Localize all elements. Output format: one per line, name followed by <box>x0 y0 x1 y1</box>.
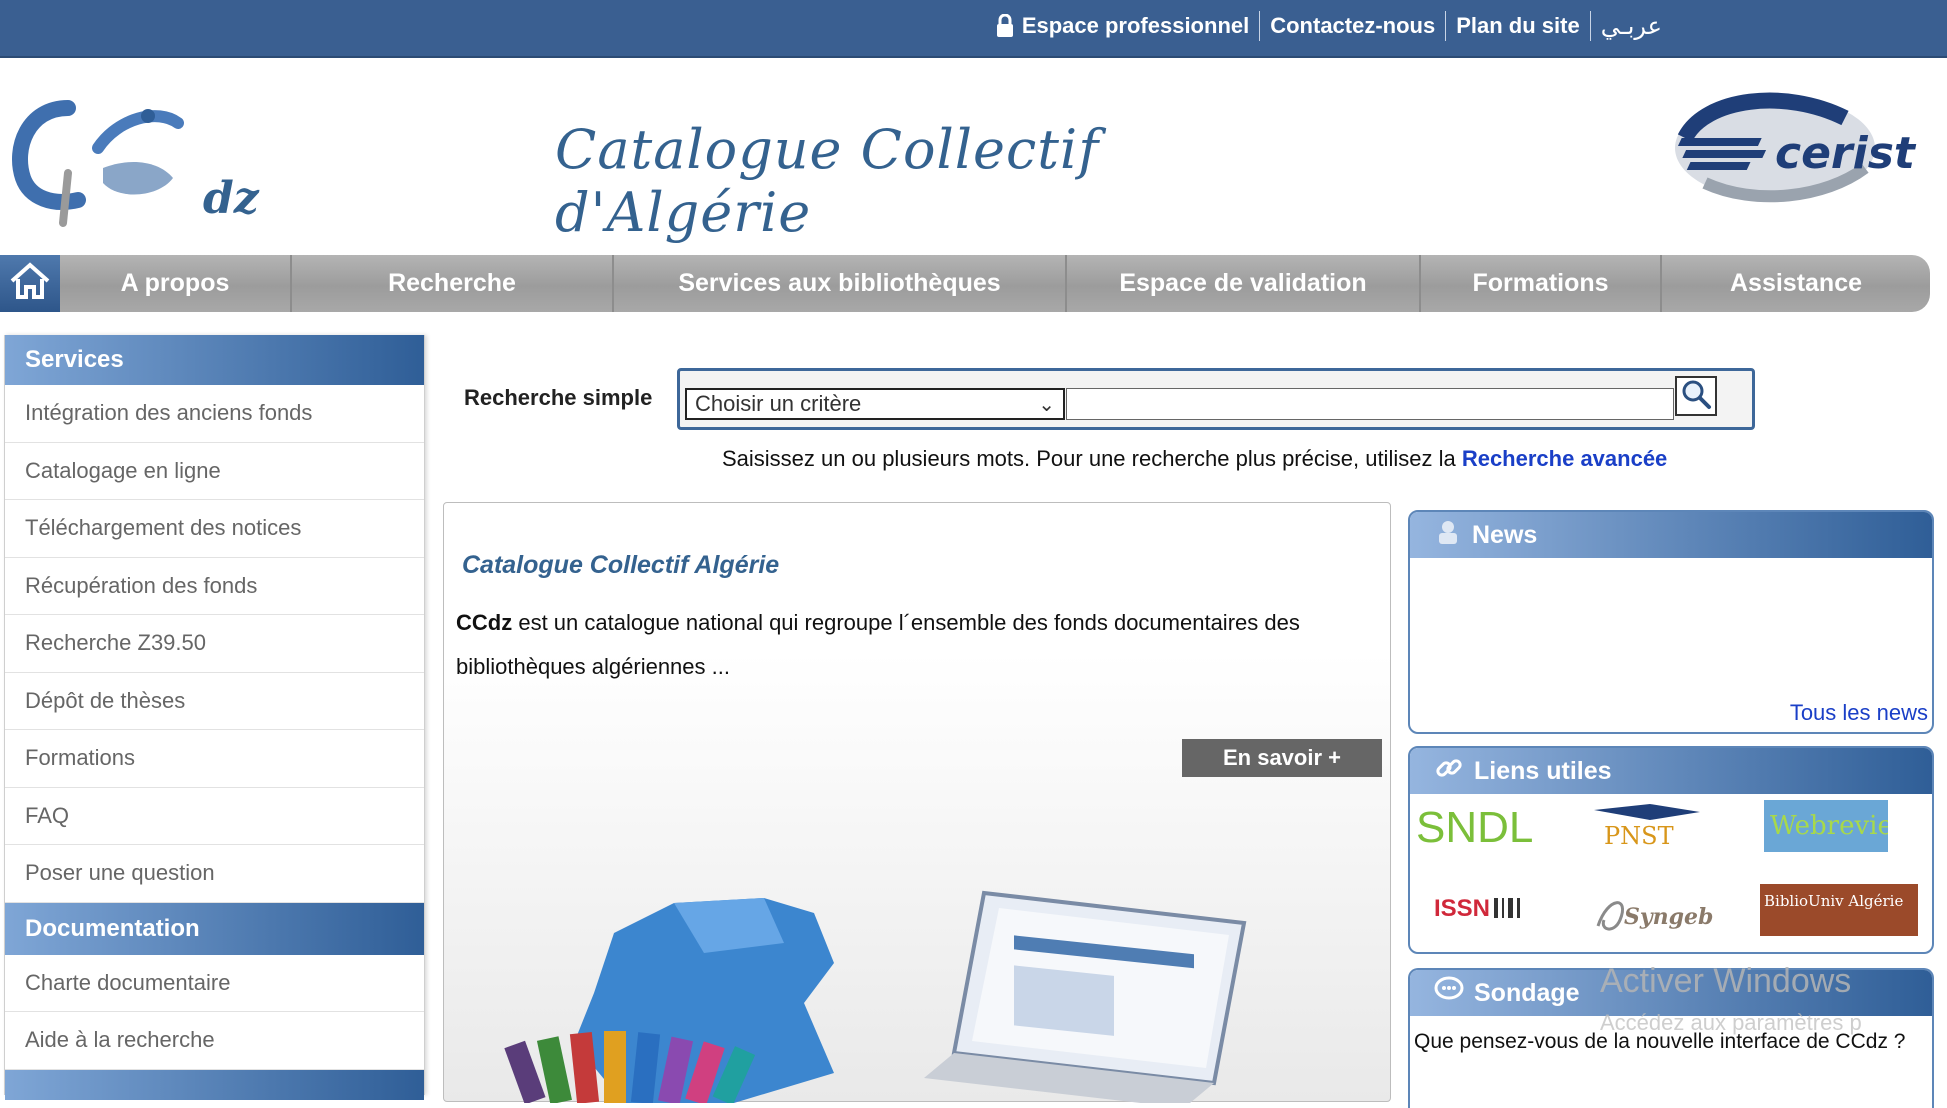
sidebar-item-integration[interactable]: Intégration des anciens fonds <box>5 385 424 443</box>
intro-text: CCdz est un catalogue national qui regro… <box>456 601 1356 689</box>
search-hint-text: Saisissez un ou plusieurs mots. Pour une… <box>722 446 1456 471</box>
nav-assistance[interactable]: Assistance <box>1662 255 1930 312</box>
contactez-nous-link[interactable]: Contactez-nous <box>1259 11 1445 41</box>
ccdz-logo[interactable]: dz <box>8 88 278 228</box>
home-button[interactable] <box>0 255 60 312</box>
issn-logo-text: ISSN <box>1434 895 1490 922</box>
intro-panel: Catalogue Collectif Algérie CCdz est un … <box>443 502 1391 1108</box>
intro-text-body: est un catalogue national qui regroupe l… <box>456 610 1300 679</box>
top-utility-bar: Espace professionnel Contactez-nous Plan… <box>0 0 1947 58</box>
search-hint: Saisissez un ou plusieurs mots. Pour une… <box>722 446 1667 472</box>
intro-title: Catalogue Collectif Algérie <box>462 551 780 579</box>
arabic-language-link[interactable]: عربـي <box>1589 11 1672 41</box>
bibliouniv-logo-text: BiblioUniv Algérie <box>1764 892 1903 910</box>
site-title: Catalogue Collectif d'Algérie <box>555 118 1100 244</box>
sidebar-item-formations[interactable]: Formations <box>5 730 424 788</box>
ccdz-logo-text: dz <box>203 173 260 224</box>
plan-du-site-link[interactable]: Plan du site <box>1445 11 1589 41</box>
search-criteria-select[interactable]: Choisir un critère ⌄ <box>685 388 1065 420</box>
issn-logo[interactable]: ISSN <box>1414 886 1538 938</box>
news-title: News <box>1472 520 1538 549</box>
site-header: dz Catalogue Collectif d'Algérie cerist <box>0 58 1947 244</box>
main-nav: A propos Recherche Services aux biblioth… <box>0 255 1930 312</box>
algeria-map-illustration <box>504 873 1324 1108</box>
sidebar-item-depot-theses[interactable]: Dépôt de thèses <box>5 673 424 730</box>
espace-professionnel-link[interactable]: Espace professionnel <box>986 11 1259 41</box>
webreview-logo-text: Webreview <box>1770 811 1888 841</box>
home-icon <box>9 261 51 306</box>
top-links: Espace professionnel Contactez-nous Plan… <box>986 0 1672 52</box>
link-icon <box>1434 753 1464 790</box>
search-label: Recherche simple <box>464 385 653 410</box>
sidebar-next-heading <box>5 1069 424 1100</box>
poll-title: Sondage <box>1474 978 1580 1007</box>
search-box: Choisir un critère ⌄ <box>677 368 1755 430</box>
bibliouniv-logo[interactable]: BiblioUniv Algérie <box>1760 884 1918 936</box>
sidebar-item-aide-recherche[interactable]: Aide à la recherche <box>5 1012 424 1070</box>
nav-services-bibliotheques[interactable]: Services aux bibliothèques <box>614 255 1067 312</box>
cerist-logo[interactable]: cerist <box>1665 88 1945 208</box>
syngeb-logo-text: Syngeb <box>1624 904 1713 930</box>
webreview-logo[interactable]: Webreview <box>1764 800 1915 852</box>
intro-text-bold: CCdz <box>456 610 513 635</box>
all-news-link[interactable]: Tous les news <box>1790 700 1928 726</box>
search-criteria-value: Choisir un critère <box>695 391 862 416</box>
nav-espace-validation[interactable]: Espace de validation <box>1067 255 1421 312</box>
nav-formations[interactable]: Formations <box>1421 255 1662 312</box>
sidebar-item-catalogage[interactable]: Catalogage en ligne <box>5 443 424 500</box>
advanced-search-link[interactable]: Recherche avancée <box>1462 446 1667 471</box>
useful-links-heading: Liens utiles <box>1410 748 1932 794</box>
sndl-logo[interactable]: SNDL <box>1414 803 1538 856</box>
poll-heading: Sondage <box>1410 970 1932 1016</box>
sidebar-item-faq[interactable]: FAQ <box>5 788 424 845</box>
sidebar-item-telechargement[interactable]: Téléchargement des notices <box>5 500 424 558</box>
useful-links-title: Liens utiles <box>1474 756 1612 785</box>
lock-icon <box>996 13 1014 38</box>
sidebar-item-charte[interactable]: Charte documentaire <box>5 955 424 1012</box>
useful-links-grid: SNDL PNST Webreview ISSN Syngeb BiblioUn… <box>1410 794 1932 952</box>
pnst-logo-text: PNST <box>1604 822 1674 850</box>
poll-box: Sondage Que pensez-vous de la nouvelle i… <box>1408 968 1934 1108</box>
syngeb-logo[interactable]: Syngeb <box>1590 886 1714 938</box>
espace-professionnel-label: Espace professionnel <box>1021 13 1250 38</box>
chat-bubble-icon <box>1434 976 1464 1011</box>
sidebar-item-z3950[interactable]: Recherche Z39.50 <box>5 615 424 673</box>
nav-a-propos[interactable]: A propos <box>60 255 292 312</box>
pnst-logo[interactable]: PNST <box>1590 800 1714 852</box>
cerist-logo-text: cerist <box>1775 128 1917 179</box>
news-icon <box>1434 518 1462 553</box>
documentation-heading: Documentation <box>5 902 424 955</box>
news-heading: News <box>1410 512 1932 558</box>
search-button[interactable] <box>1675 376 1717 416</box>
nav-recherche[interactable]: Recherche <box>292 255 614 312</box>
services-heading: Services <box>5 335 424 385</box>
news-box: News Tous les news <box>1408 510 1934 734</box>
useful-links-box: Liens utiles SNDL PNST Webreview ISSN Sy… <box>1408 746 1934 954</box>
sndl-logo-text: SNDL <box>1416 804 1533 852</box>
sidebar-item-poser-question[interactable]: Poser une question <box>5 845 424 903</box>
search-input[interactable] <box>1066 388 1674 420</box>
poll-question: Que pensez-vous de la nouvelle interface… <box>1414 1030 1906 1053</box>
en-savoir-plus-button[interactable]: En savoir + <box>1182 739 1382 777</box>
sidebar-item-recuperation[interactable]: Récupération des fonds <box>5 558 424 615</box>
left-sidebar: Services Intégration des anciens fonds C… <box>4 335 425 1100</box>
chevron-down-icon: ⌄ <box>1038 394 1055 416</box>
search-icon <box>1680 378 1712 415</box>
